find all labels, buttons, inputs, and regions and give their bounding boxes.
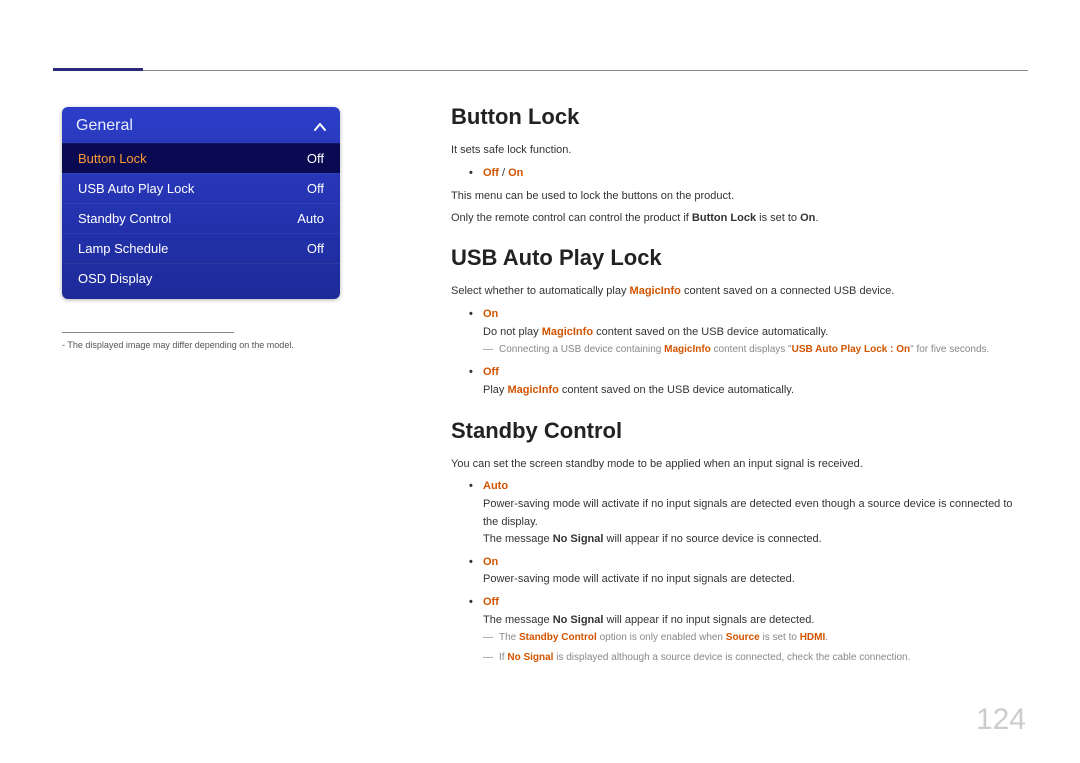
page-number: 124: [976, 703, 1026, 737]
no-signal-bold: No Signal: [553, 614, 604, 626]
heading-usb-auto-play-lock: USB Auto Play Lock: [451, 245, 1028, 271]
text-fragment: The message: [483, 533, 553, 545]
button-lock-bold: Button Lock: [692, 212, 756, 224]
osd-item-label: OSD Display: [78, 271, 324, 286]
text-fragment: is displayed although a source device is…: [553, 652, 910, 663]
usb-lock-option-off: Off Play MagicInfo content saved on the …: [469, 363, 1028, 399]
heading-standby-control: Standby Control: [451, 418, 1028, 444]
usb-lock-on-desc: Do not play MagicInfo content saved on t…: [483, 324, 1028, 342]
button-lock-options: Off / On: [451, 164, 1028, 183]
header-divider: [143, 70, 1028, 71]
option-on: On: [483, 556, 498, 568]
side-note: - The displayed image may differ dependi…: [62, 340, 294, 350]
standby-auto-desc: Power-saving mode will activate if no in…: [483, 496, 1028, 531]
magicinfo-accent: MagicInfo: [630, 285, 681, 297]
option-on: On: [508, 167, 523, 179]
osd-item-label: Button Lock: [78, 151, 307, 166]
usb-lock-option-on: On Do not play MagicInfo content saved o…: [469, 305, 1028, 359]
osd-item-value: Off: [307, 151, 324, 166]
text-fragment: is set to: [756, 212, 800, 224]
option-sep: /: [499, 167, 508, 179]
standby-dash-note-2: If No Signal is displayed although a sou…: [483, 649, 1028, 667]
usb-lock-dash-note: Connecting a USB device containing Magic…: [483, 341, 1028, 359]
standby-control-accent: Standby Control: [519, 632, 597, 643]
text-fragment: " for five seconds.: [910, 344, 989, 355]
text-fragment: Play: [483, 384, 507, 396]
button-lock-desc-3: Only the remote control can control the …: [451, 210, 1028, 228]
usb-lock-quoted: USB Auto Play Lock : On: [792, 344, 911, 355]
no-signal-bold: No Signal: [553, 533, 604, 545]
option-on: On: [483, 308, 498, 320]
side-divider: [62, 332, 234, 333]
hdmi-accent: HDMI: [800, 632, 826, 643]
text-fragment: Select whether to automatically play: [451, 285, 630, 297]
standby-option-on: On Power-saving mode will activate if no…: [469, 553, 1028, 589]
no-signal-accent: No Signal: [507, 652, 553, 663]
text-fragment: The message: [483, 614, 553, 626]
osd-item-standby-control[interactable]: Standby Control Auto: [62, 203, 340, 233]
osd-header: General: [62, 107, 340, 143]
button-lock-desc-2: This menu can be used to lock the button…: [451, 188, 1028, 206]
osd-menu-panel: General Button Lock Off USB Auto Play Lo…: [62, 107, 340, 299]
osd-item-lamp-schedule[interactable]: Lamp Schedule Off: [62, 233, 340, 263]
text-fragment: will appear if no input signals are dete…: [603, 614, 814, 626]
magicinfo-accent: MagicInfo: [542, 326, 593, 338]
text-fragment: is set to: [760, 632, 800, 643]
usb-lock-off-desc: Play MagicInfo content saved on the USB …: [483, 382, 1028, 400]
option-auto: Auto: [483, 480, 508, 492]
header-accent-bar: [53, 68, 143, 71]
side-note-text: The displayed image may differ depending…: [67, 340, 293, 350]
osd-panel-bottom: [62, 293, 340, 299]
text-fragment: Only the remote control can control the …: [451, 212, 692, 224]
osd-item-value: Off: [307, 241, 324, 256]
usb-lock-desc-1: Select whether to automatically play Mag…: [451, 283, 1028, 301]
magicinfo-accent: MagicInfo: [664, 344, 711, 355]
option-off: Off: [483, 167, 499, 179]
text-fragment: .: [815, 212, 818, 224]
osd-item-value: Off: [307, 181, 324, 196]
chevron-up-icon[interactable]: [314, 119, 326, 133]
standby-option-off: Off The message No Signal will appear if…: [469, 593, 1028, 667]
standby-desc-1: You can set the screen standby mode to b…: [451, 456, 1028, 474]
magicinfo-accent: MagicInfo: [507, 384, 558, 396]
text-fragment: content saved on a connected USB device.: [681, 285, 894, 297]
text-fragment: will appear if no source device is conne…: [603, 533, 821, 545]
standby-options: Auto Power-saving mode will activate if …: [451, 477, 1028, 667]
osd-title: General: [76, 117, 133, 135]
osd-item-usb-auto-play-lock[interactable]: USB Auto Play Lock Off: [62, 173, 340, 203]
osd-item-osd-display[interactable]: OSD Display: [62, 263, 340, 293]
osd-item-value: Auto: [297, 211, 324, 226]
text-fragment: content displays ": [711, 344, 792, 355]
button-lock-option-off-on: Off / On: [469, 164, 1028, 183]
osd-item-button-lock[interactable]: Button Lock Off: [62, 143, 340, 173]
text-fragment: content saved on the USB device automati…: [593, 326, 828, 338]
standby-off-msg: The message No Signal will appear if no …: [483, 612, 1028, 630]
text-fragment: option is only enabled when: [597, 632, 726, 643]
text-fragment: .: [825, 632, 828, 643]
option-off: Off: [483, 596, 499, 608]
osd-item-label: Standby Control: [78, 211, 297, 226]
usb-lock-options: On Do not play MagicInfo content saved o…: [451, 305, 1028, 400]
button-lock-desc-1: It sets safe lock function.: [451, 142, 1028, 160]
standby-option-auto: Auto Power-saving mode will activate if …: [469, 477, 1028, 548]
content-area: Button Lock It sets safe lock function. …: [451, 94, 1028, 673]
text-fragment: Do not play: [483, 326, 542, 338]
osd-item-label: USB Auto Play Lock: [78, 181, 307, 196]
text-fragment: The: [499, 632, 519, 643]
on-bold: On: [800, 212, 815, 224]
text-fragment: Connecting a USB device containing: [499, 344, 664, 355]
heading-button-lock: Button Lock: [451, 104, 1028, 130]
text-fragment: content saved on the USB device automati…: [559, 384, 794, 396]
standby-on-desc: Power-saving mode will activate if no in…: [483, 571, 1028, 589]
option-off: Off: [483, 366, 499, 378]
standby-auto-msg: The message No Signal will appear if no …: [483, 531, 1028, 549]
standby-dash-note-1: The Standby Control option is only enabl…: [483, 629, 1028, 647]
source-accent: Source: [726, 632, 760, 643]
osd-item-label: Lamp Schedule: [78, 241, 307, 256]
